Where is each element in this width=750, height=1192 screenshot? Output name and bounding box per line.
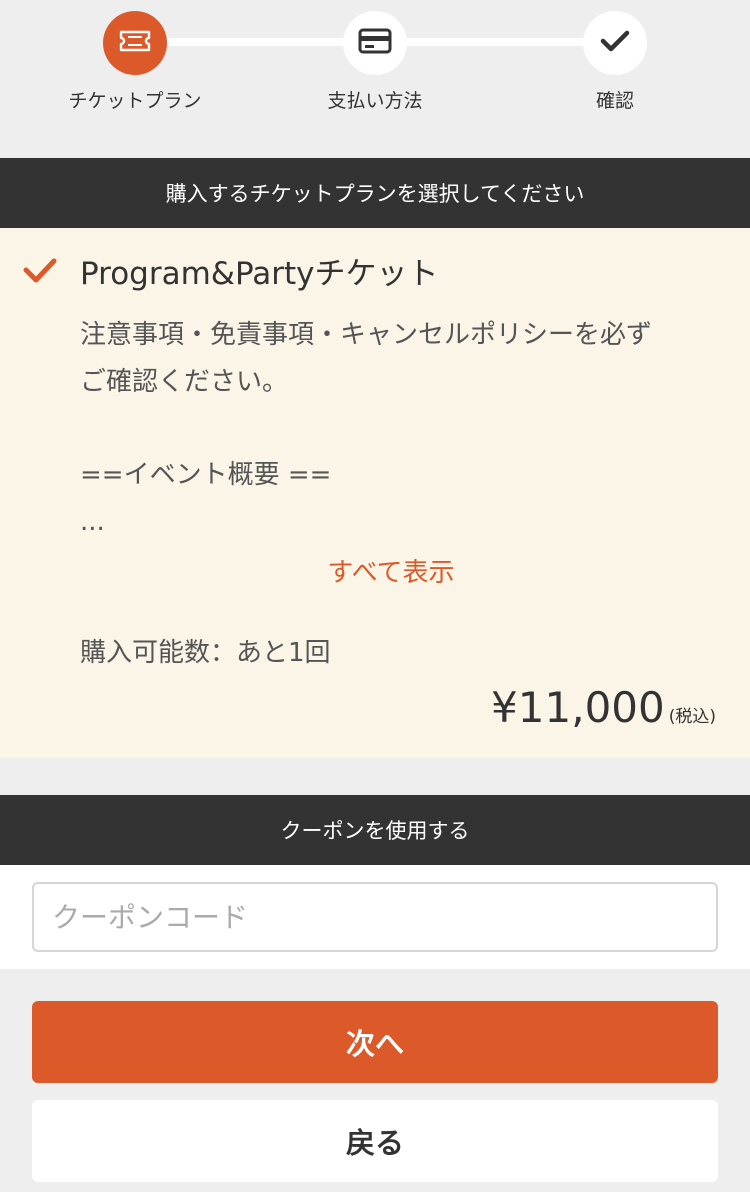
coupon-section-header: クーポンを使用する	[0, 795, 750, 865]
price: ¥11,000	[491, 683, 665, 732]
step-ticket-plan: チケットプラン	[35, 0, 235, 158]
step-confirm-label: 確認	[595, 90, 634, 112]
next-button[interactable]: 次へ	[32, 1001, 718, 1083]
step-payment-method-circle	[343, 11, 407, 75]
price-block: ¥11,000 (税込)	[491, 683, 716, 732]
coupon-area	[0, 865, 750, 969]
checkmark-icon	[599, 28, 631, 58]
step-confirm-circle	[583, 11, 647, 75]
purchase-limit-text: 購入可能数：あと1回	[80, 638, 331, 668]
description-line: 注意事項・免責事項・キャンセルポリシーを必ず	[80, 320, 653, 350]
coupon-code-input[interactable]	[32, 882, 718, 952]
ticket-icon	[118, 29, 152, 57]
step-payment-method: 支払い方法	[275, 0, 475, 158]
checkout-stepper: チケットプラン 支払い方法 確認	[0, 0, 750, 158]
plan-description: 注意事項・免責事項・キャンセルポリシーを必ず ご確認ください。 ==イベント概要…	[80, 312, 720, 546]
selected-check-icon	[22, 252, 58, 288]
step-ticket-plan-label: チケットプラン	[68, 90, 202, 112]
tax-note: (税込)	[668, 707, 716, 727]
back-button[interactable]: 戻る	[32, 1100, 718, 1182]
step-ticket-plan-circle	[103, 11, 167, 75]
description-line: ご確認ください。	[80, 367, 289, 397]
step-confirm: 確認	[515, 0, 715, 158]
credit-card-icon	[358, 28, 392, 58]
step-payment-method-label: 支払い方法	[327, 90, 423, 112]
plan-name: Program&Partyチケット	[80, 256, 439, 292]
show-all-link[interactable]: すべて表示	[0, 552, 750, 589]
description-line: ...	[80, 507, 105, 537]
description-line: ==イベント概要 ==	[80, 460, 332, 490]
ticket-plan-card[interactable]: Program&Partyチケット 注意事項・免責事項・キャンセルポリシーを必ず…	[0, 228, 750, 758]
plan-section-header: 購入するチケットプランを選択してください	[0, 158, 750, 228]
